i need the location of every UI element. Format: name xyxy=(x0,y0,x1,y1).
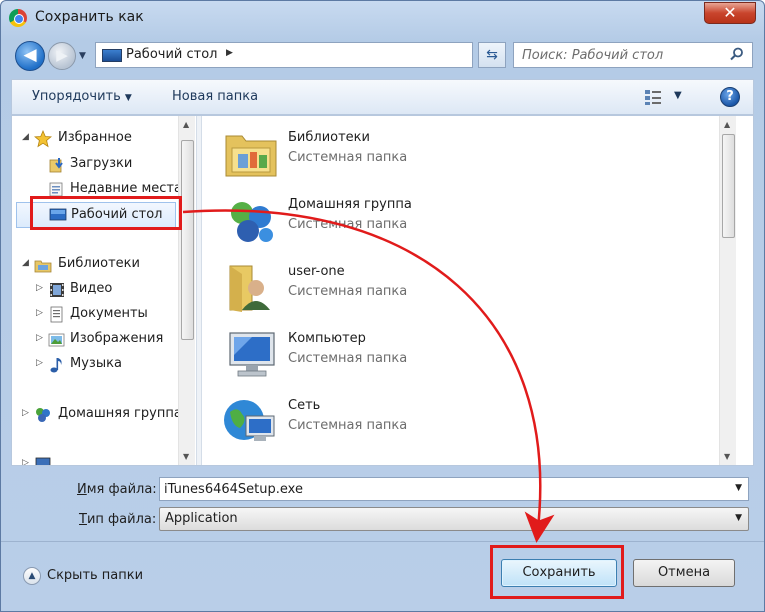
network-icon xyxy=(224,400,275,441)
filename-label: Имя файла: xyxy=(77,482,157,497)
save-as-dialog: Сохранить как ✕ ◀ ▶ ▼ Рабочий стол ▶ ⇆ П… xyxy=(0,0,765,612)
homegroup-icon xyxy=(36,408,50,422)
sidebar-item-music[interactable]: ▷ Музыка xyxy=(12,354,178,376)
expand-triangle-icon[interactable]: ◢ xyxy=(22,258,29,268)
video-icon xyxy=(50,283,64,297)
desktop-highlight-box xyxy=(30,196,182,230)
images-icon xyxy=(48,333,65,347)
chrome-icon xyxy=(9,9,27,27)
file-list-scrollbar[interactable]: ▲ ▼ xyxy=(719,116,736,465)
sidebar-item-libraries[interactable]: ◢ Библиотеки xyxy=(12,254,178,276)
file-list: Библиотеки Системная папка Домашняя груп… xyxy=(202,116,736,465)
chevron-down-icon[interactable]: ▼ xyxy=(735,483,742,493)
title-bar: Сохранить как ✕ xyxy=(1,1,764,35)
chevron-up-icon: ▲ xyxy=(23,567,41,585)
navigation-bar: ◀ ▶ ▼ Рабочий стол ▶ ⇆ xyxy=(1,37,764,75)
sidebar-item-favorites[interactable]: ◢ Избранное xyxy=(12,128,178,150)
list-item-libraries[interactable]: Библиотеки Системная папка xyxy=(222,122,702,186)
sidebar-item-documents[interactable]: ▷ Документы xyxy=(12,304,178,326)
refresh-icon: ⇆ xyxy=(486,47,498,63)
view-options-icon[interactable] xyxy=(644,88,662,106)
filename-input[interactable] xyxy=(164,480,724,498)
list-item-user-folder[interactable]: user-one Системная папка xyxy=(222,256,702,320)
new-folder-button[interactable]: Новая папка xyxy=(172,89,258,104)
sidebar-item-images[interactable]: ▷ Изображения xyxy=(12,329,178,351)
cancel-button[interactable]: Отмена xyxy=(633,559,735,587)
help-button[interactable]: ? xyxy=(720,87,740,107)
search-input[interactable] xyxy=(522,46,722,64)
star-icon xyxy=(34,130,52,148)
collapsed-triangle-icon[interactable]: ▷ xyxy=(36,358,43,368)
address-breadcrumb[interactable]: Рабочий стол xyxy=(126,47,217,62)
scrollbar-thumb[interactable] xyxy=(181,140,194,340)
search-box[interactable] xyxy=(513,42,753,68)
expand-triangle-icon[interactable]: ◢ xyxy=(22,132,29,142)
collapsed-triangle-icon[interactable]: ▷ xyxy=(22,408,29,418)
refresh-button[interactable]: ⇆ xyxy=(478,42,506,68)
list-item-network[interactable]: Сеть Системная папка xyxy=(222,390,702,454)
chevron-down-icon: ▼ xyxy=(735,513,742,523)
breadcrumb-chevron-icon[interactable]: ▶ xyxy=(226,48,233,58)
sidebar-item-downloads[interactable]: Загрузки xyxy=(12,154,178,176)
collapsed-triangle-icon[interactable]: ▷ xyxy=(22,458,29,465)
list-item-homegroup[interactable]: Домашняя группа Системная папка xyxy=(222,189,702,253)
computer-icon xyxy=(229,332,275,377)
collapsed-triangle-icon[interactable]: ▷ xyxy=(36,333,43,343)
documents-icon xyxy=(50,306,63,323)
list-item-computer[interactable]: Компьютер Системная папка xyxy=(222,323,702,387)
scroll-down-icon[interactable]: ▼ xyxy=(724,452,730,461)
sidebar-item-computer[interactable]: ▷ xyxy=(12,454,178,465)
libraries-folder-icon xyxy=(225,135,277,177)
arrow-right-icon: ▶ xyxy=(56,46,68,64)
sidebar-item-homegroup[interactable]: ▷ Домашняя группа xyxy=(12,404,182,426)
scroll-up-icon[interactable]: ▲ xyxy=(183,120,189,129)
scroll-up-icon[interactable]: ▲ xyxy=(724,120,730,129)
collapsed-triangle-icon[interactable]: ▷ xyxy=(36,283,43,293)
collapsed-triangle-icon[interactable]: ▷ xyxy=(36,308,43,318)
homegroup-icon xyxy=(231,202,273,242)
navigation-pane-scrollbar[interactable]: ▲ ▼ xyxy=(178,116,195,465)
user-folder-icon xyxy=(229,265,270,312)
window-title: Сохранить как xyxy=(35,9,144,25)
filetype-label: Тип файла: xyxy=(79,512,157,527)
footer-divider xyxy=(1,541,764,542)
computer-icon xyxy=(35,457,51,465)
libraries-icon xyxy=(34,260,52,273)
recent-locations-dropdown[interactable]: ▼ xyxy=(79,51,86,61)
view-dropdown-button[interactable]: ▼ xyxy=(674,90,682,101)
close-button[interactable]: ✕ xyxy=(704,2,756,24)
arrow-left-icon: ◀ xyxy=(23,45,37,65)
search-icon[interactable] xyxy=(730,47,744,61)
music-icon xyxy=(50,358,62,373)
content-area: ◢ Избранное Загрузки Недавние места Рабо… xyxy=(11,115,754,466)
filetype-select[interactable]: Application ▼ xyxy=(159,507,749,531)
desktop-icon xyxy=(102,49,122,62)
filename-field[interactable]: ▼ xyxy=(159,477,749,501)
back-button[interactable]: ◀ xyxy=(15,41,45,71)
organize-button[interactable]: Упорядочить ▼ xyxy=(32,89,132,104)
scroll-down-icon[interactable]: ▼ xyxy=(183,452,189,461)
command-bar: Упорядочить ▼ Новая папка ▼ ? xyxy=(11,79,754,115)
save-highlight-box xyxy=(490,545,624,599)
navigation-pane: ◢ Избранное Загрузки Недавние места Рабо… xyxy=(12,116,196,465)
sidebar-item-video[interactable]: ▷ Видео xyxy=(12,279,178,301)
downloads-icon xyxy=(49,158,63,173)
address-bar[interactable]: Рабочий стол ▶ xyxy=(95,42,473,68)
forward-button[interactable]: ▶ xyxy=(48,42,76,70)
scrollbar-thumb[interactable] xyxy=(722,134,735,238)
chevron-down-icon: ▼ xyxy=(124,93,132,103)
